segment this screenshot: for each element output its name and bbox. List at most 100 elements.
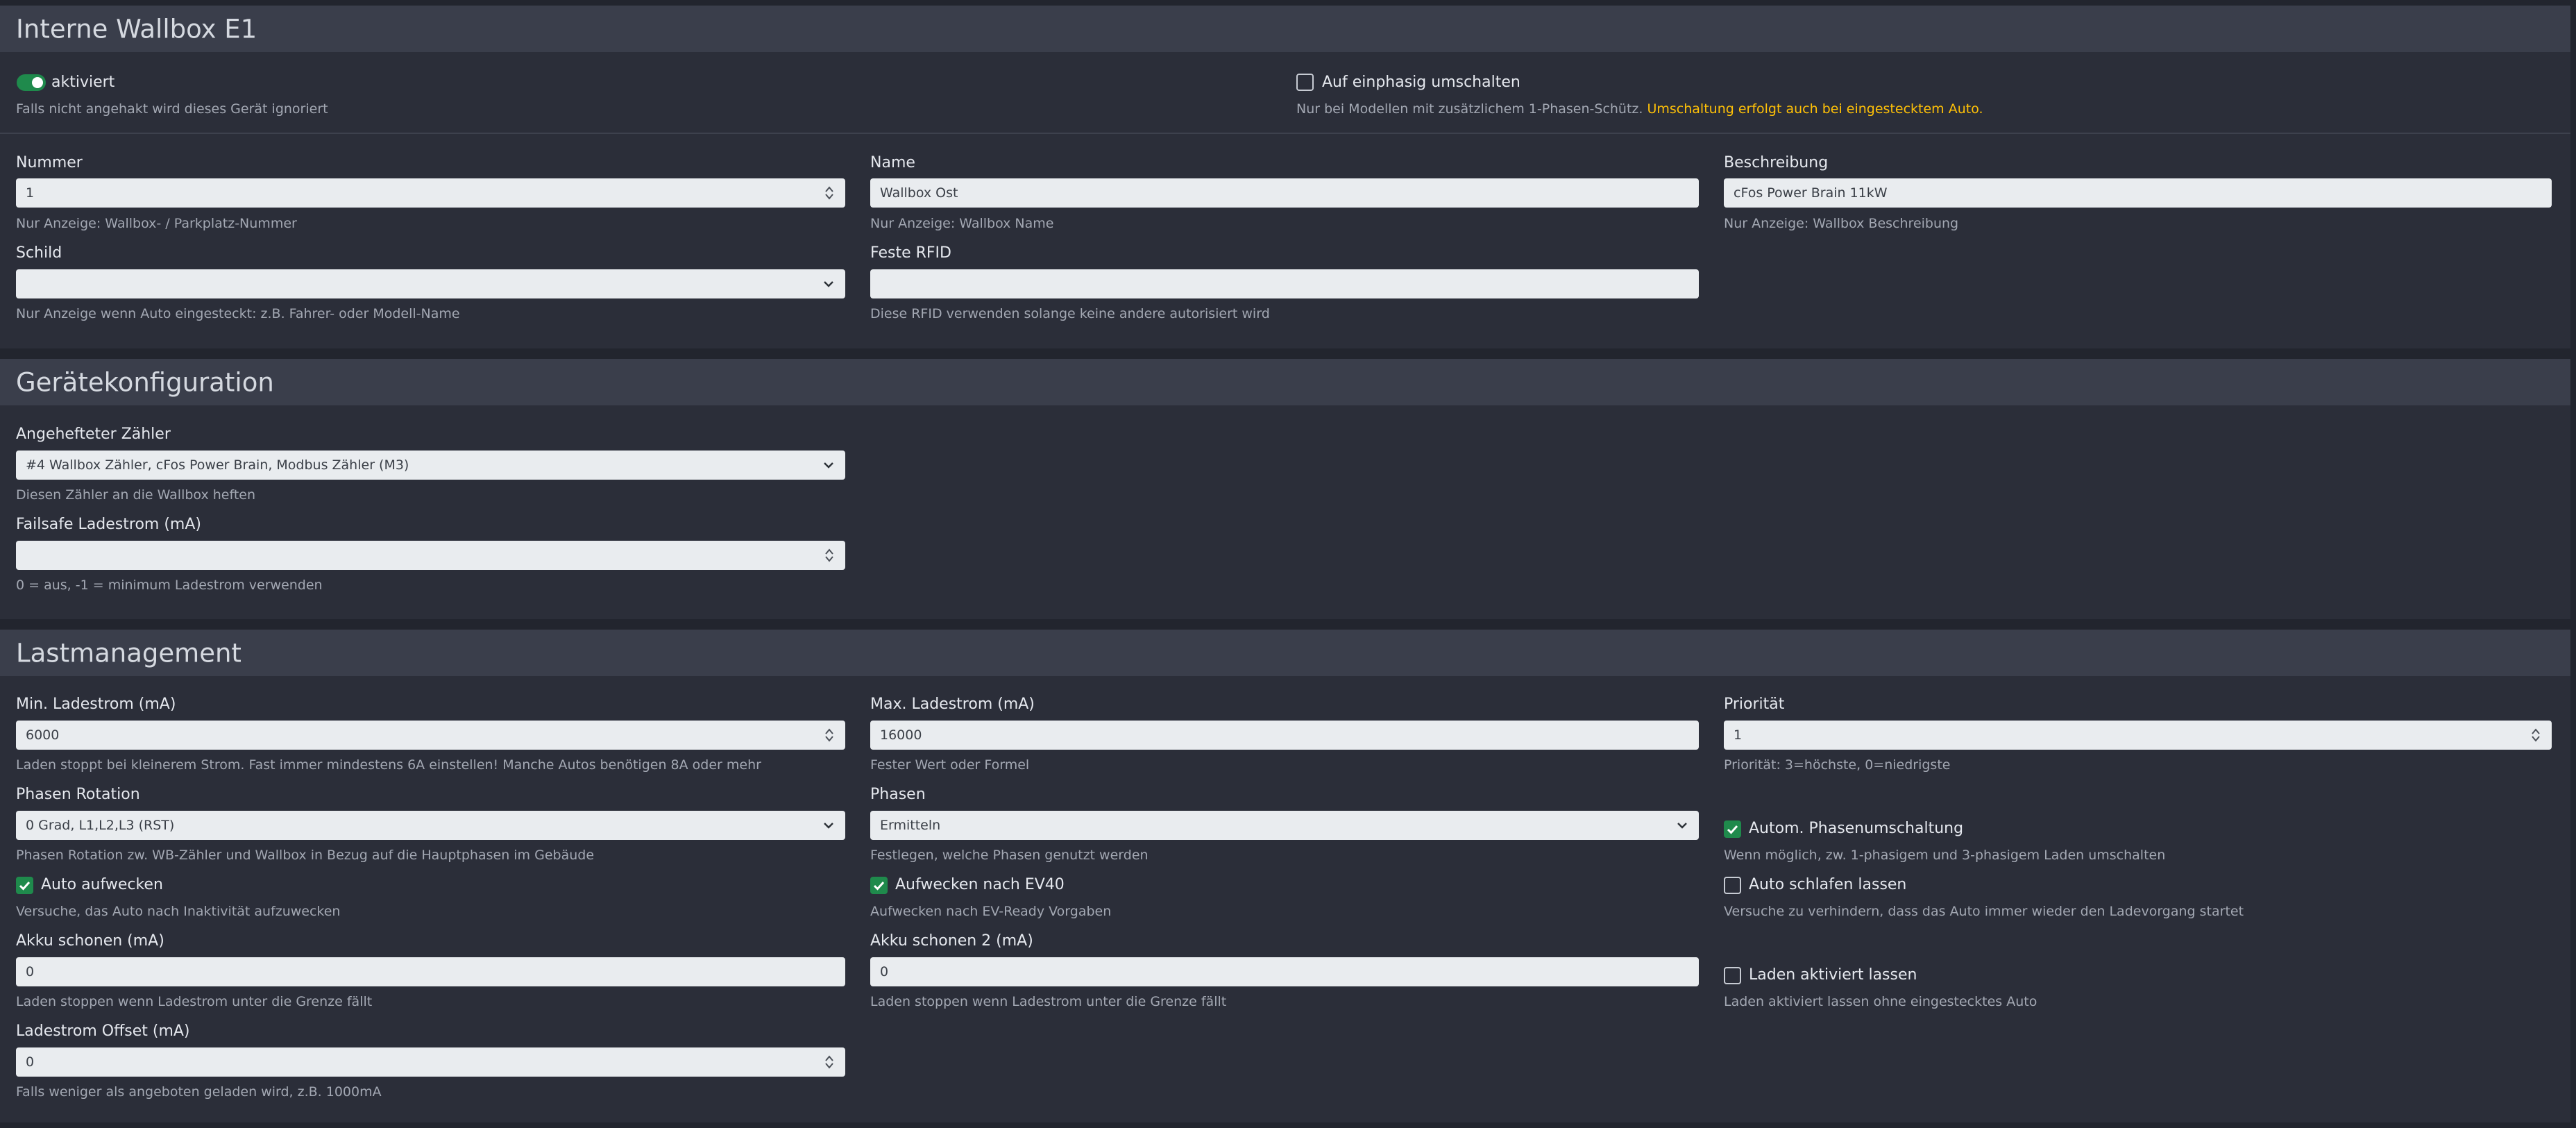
load-management-section: Lastmanagement Min. Ladestrom (mA) 6000 … [0, 630, 2570, 1122]
wake-car-help: Versuche, das Auto nach Inaktivität aufz… [16, 904, 341, 919]
auto-phase-switch-help: Wenn möglich, zw. 1-phasigem und 3-phasi… [1724, 848, 2166, 863]
checkmark-icon [19, 881, 31, 891]
rfid-label: Feste RFID [870, 244, 951, 262]
offset-label: Ladestrom Offset (mA) [16, 1022, 190, 1040]
enabled-label: aktiviert [51, 74, 115, 91]
wallbox-section: Interne Wallbox E1 aktiviert Falls nicht… [0, 6, 2570, 348]
battery-save2-label: Akku schonen 2 (mA) [870, 932, 1033, 950]
battery-save-value: 0 [26, 964, 35, 979]
offset-input[interactable]: 0 [16, 1047, 845, 1077]
rfid-input[interactable] [870, 269, 1699, 298]
sign-help: Nur Anzeige wenn Auto eingesteckt: z.B. … [16, 306, 460, 321]
single-phase-warning: Umschaltung erfolgt auch bei eingesteckt… [1647, 101, 1983, 117]
priority-label: Priorität [1724, 696, 1785, 713]
phases-label: Phasen [870, 786, 926, 803]
failsafe-input[interactable] [16, 541, 845, 570]
max-current-value: 16000 [880, 727, 922, 743]
offset-help: Falls weniger als angeboten geladen wird… [16, 1084, 382, 1100]
phase-rotation-value: 0 Grad, L1,L2,L3 (RST) [26, 818, 175, 833]
enabled-help: Falls nicht angehakt wird dieses Gerät i… [16, 101, 328, 117]
description-input[interactable]: cFos Power Brain 11kW [1724, 178, 2552, 208]
chevron-down-icon[interactable] [822, 458, 836, 472]
number-help: Nur Anzeige: Wallbox- / Parkplatz-Nummer [16, 216, 297, 231]
min-current-value: 6000 [26, 727, 60, 743]
sign-select[interactable] [16, 269, 845, 298]
phase-rotation-label: Phasen Rotation [16, 786, 140, 803]
enabled-toggle[interactable] [17, 74, 46, 91]
checkmark-icon [1727, 825, 1738, 834]
offset-value: 0 [26, 1054, 35, 1070]
checkmark-icon [873, 881, 885, 891]
battery-save-label: Akku schonen (mA) [16, 932, 164, 950]
meter-help: Diesen Zähler an die Wallbox heften [16, 487, 256, 503]
priority-input[interactable]: 1 [1724, 721, 2552, 750]
spinner-arrows-icon[interactable] [824, 548, 834, 563]
max-current-input[interactable]: 16000 [870, 721, 1699, 750]
phases-select[interactable]: Ermitteln [870, 811, 1699, 840]
chevron-down-icon[interactable] [1675, 818, 1689, 832]
single-phase-help-text: Nur bei Modellen mit zusätzlichem 1-Phas… [1296, 101, 1643, 117]
min-current-label: Min. Ladestrom (mA) [16, 696, 176, 713]
section-title: Gerätekonfiguration [16, 367, 274, 397]
min-current-help: Laden stoppt bei kleinerem Strom. Fast i… [16, 757, 761, 773]
name-help: Nur Anzeige: Wallbox Name [870, 216, 1054, 231]
spinner-arrows-icon[interactable] [824, 727, 834, 743]
min-current-input[interactable]: 6000 [16, 721, 845, 750]
auto-phase-switch-checkbox[interactable] [1724, 820, 1741, 838]
section-header: Lastmanagement [0, 630, 2570, 676]
phase-rotation-help: Phasen Rotation zw. WB-Zähler und Wallbo… [16, 848, 595, 863]
spinner-arrows-icon[interactable] [824, 1054, 834, 1070]
battery-save-input[interactable]: 0 [16, 957, 845, 986]
section-title: Lastmanagement [16, 638, 242, 668]
number-value: 1 [26, 185, 35, 201]
name-input[interactable]: Wallbox Ost [870, 178, 1699, 208]
device-config-section: Gerätekonfiguration Angehefteter Zähler … [0, 359, 2570, 619]
meter-label: Angehefteter Zähler [16, 426, 171, 443]
meter-select[interactable]: #4 Wallbox Zähler, cFos Power Brain, Mod… [16, 451, 845, 480]
wake-ev40-label: Aufwecken nach EV40 [895, 876, 1065, 893]
phases-help: Festlegen, welche Phasen genutzt werden [870, 848, 1149, 863]
phases-value: Ermitteln [880, 818, 941, 833]
description-help: Nur Anzeige: Wallbox Beschreibung [1724, 216, 1959, 231]
chevron-down-icon[interactable] [822, 818, 836, 832]
priority-help: Priorität: 3=höchste, 0=niedrigste [1724, 757, 1951, 773]
wake-ev40-checkbox[interactable] [870, 877, 888, 894]
single-phase-label: Auf einphasig umschalten [1322, 74, 1520, 91]
number-label: Nummer [16, 154, 83, 171]
battery-save-help: Laden stoppen wenn Ladestrom unter die G… [16, 994, 373, 1009]
battery-save2-value: 0 [880, 964, 889, 979]
single-phase-help: Nur bei Modellen mit zusätzlichem 1-Phas… [1296, 101, 1983, 117]
description-value: cFos Power Brain 11kW [1734, 185, 1888, 201]
section-title: Interne Wallbox E1 [16, 14, 257, 44]
max-current-label: Max. Ladestrom (mA) [870, 696, 1035, 713]
meter-value: #4 Wallbox Zähler, cFos Power Brain, Mod… [26, 457, 409, 473]
section-header: Gerätekonfiguration [0, 359, 2570, 405]
name-label: Name [870, 154, 915, 171]
spinner-arrows-icon[interactable] [2531, 727, 2541, 743]
keep-enabled-help: Laden aktiviert lassen ohne eingesteckte… [1724, 994, 2037, 1009]
spinner-arrows-icon[interactable] [824, 185, 834, 201]
section-divider [0, 133, 2570, 134]
keep-enabled-checkbox[interactable] [1724, 967, 1741, 984]
number-input[interactable]: 1 [16, 178, 845, 208]
let-sleep-help: Versuche zu verhindern, dass das Auto im… [1724, 904, 2244, 919]
toggle-knob [32, 77, 43, 88]
battery-save2-help: Laden stoppen wenn Ladestrom unter die G… [870, 994, 1227, 1009]
description-label: Beschreibung [1724, 154, 1829, 171]
let-sleep-label: Auto schlafen lassen [1749, 876, 1907, 893]
name-value: Wallbox Ost [880, 185, 958, 201]
phase-rotation-select[interactable]: 0 Grad, L1,L2,L3 (RST) [16, 811, 845, 840]
wake-ev40-help: Aufwecken nach EV-Ready Vorgaben [870, 904, 1112, 919]
chevron-down-icon[interactable] [822, 277, 836, 291]
single-phase-checkbox[interactable] [1296, 74, 1314, 91]
failsafe-help: 0 = aus, -1 = minimum Ladestrom verwende… [16, 578, 323, 593]
failsafe-label: Failsafe Ladestrom (mA) [16, 516, 201, 533]
battery-save2-input[interactable]: 0 [870, 957, 1699, 986]
max-current-help: Fester Wert oder Formel [870, 757, 1030, 773]
priority-value: 1 [1734, 727, 1743, 743]
sign-label: Schild [16, 244, 62, 262]
section-header: Interne Wallbox E1 [0, 6, 2570, 52]
wake-car-label: Auto aufwecken [41, 876, 163, 893]
wake-car-checkbox[interactable] [16, 877, 33, 894]
let-sleep-checkbox[interactable] [1724, 877, 1741, 894]
